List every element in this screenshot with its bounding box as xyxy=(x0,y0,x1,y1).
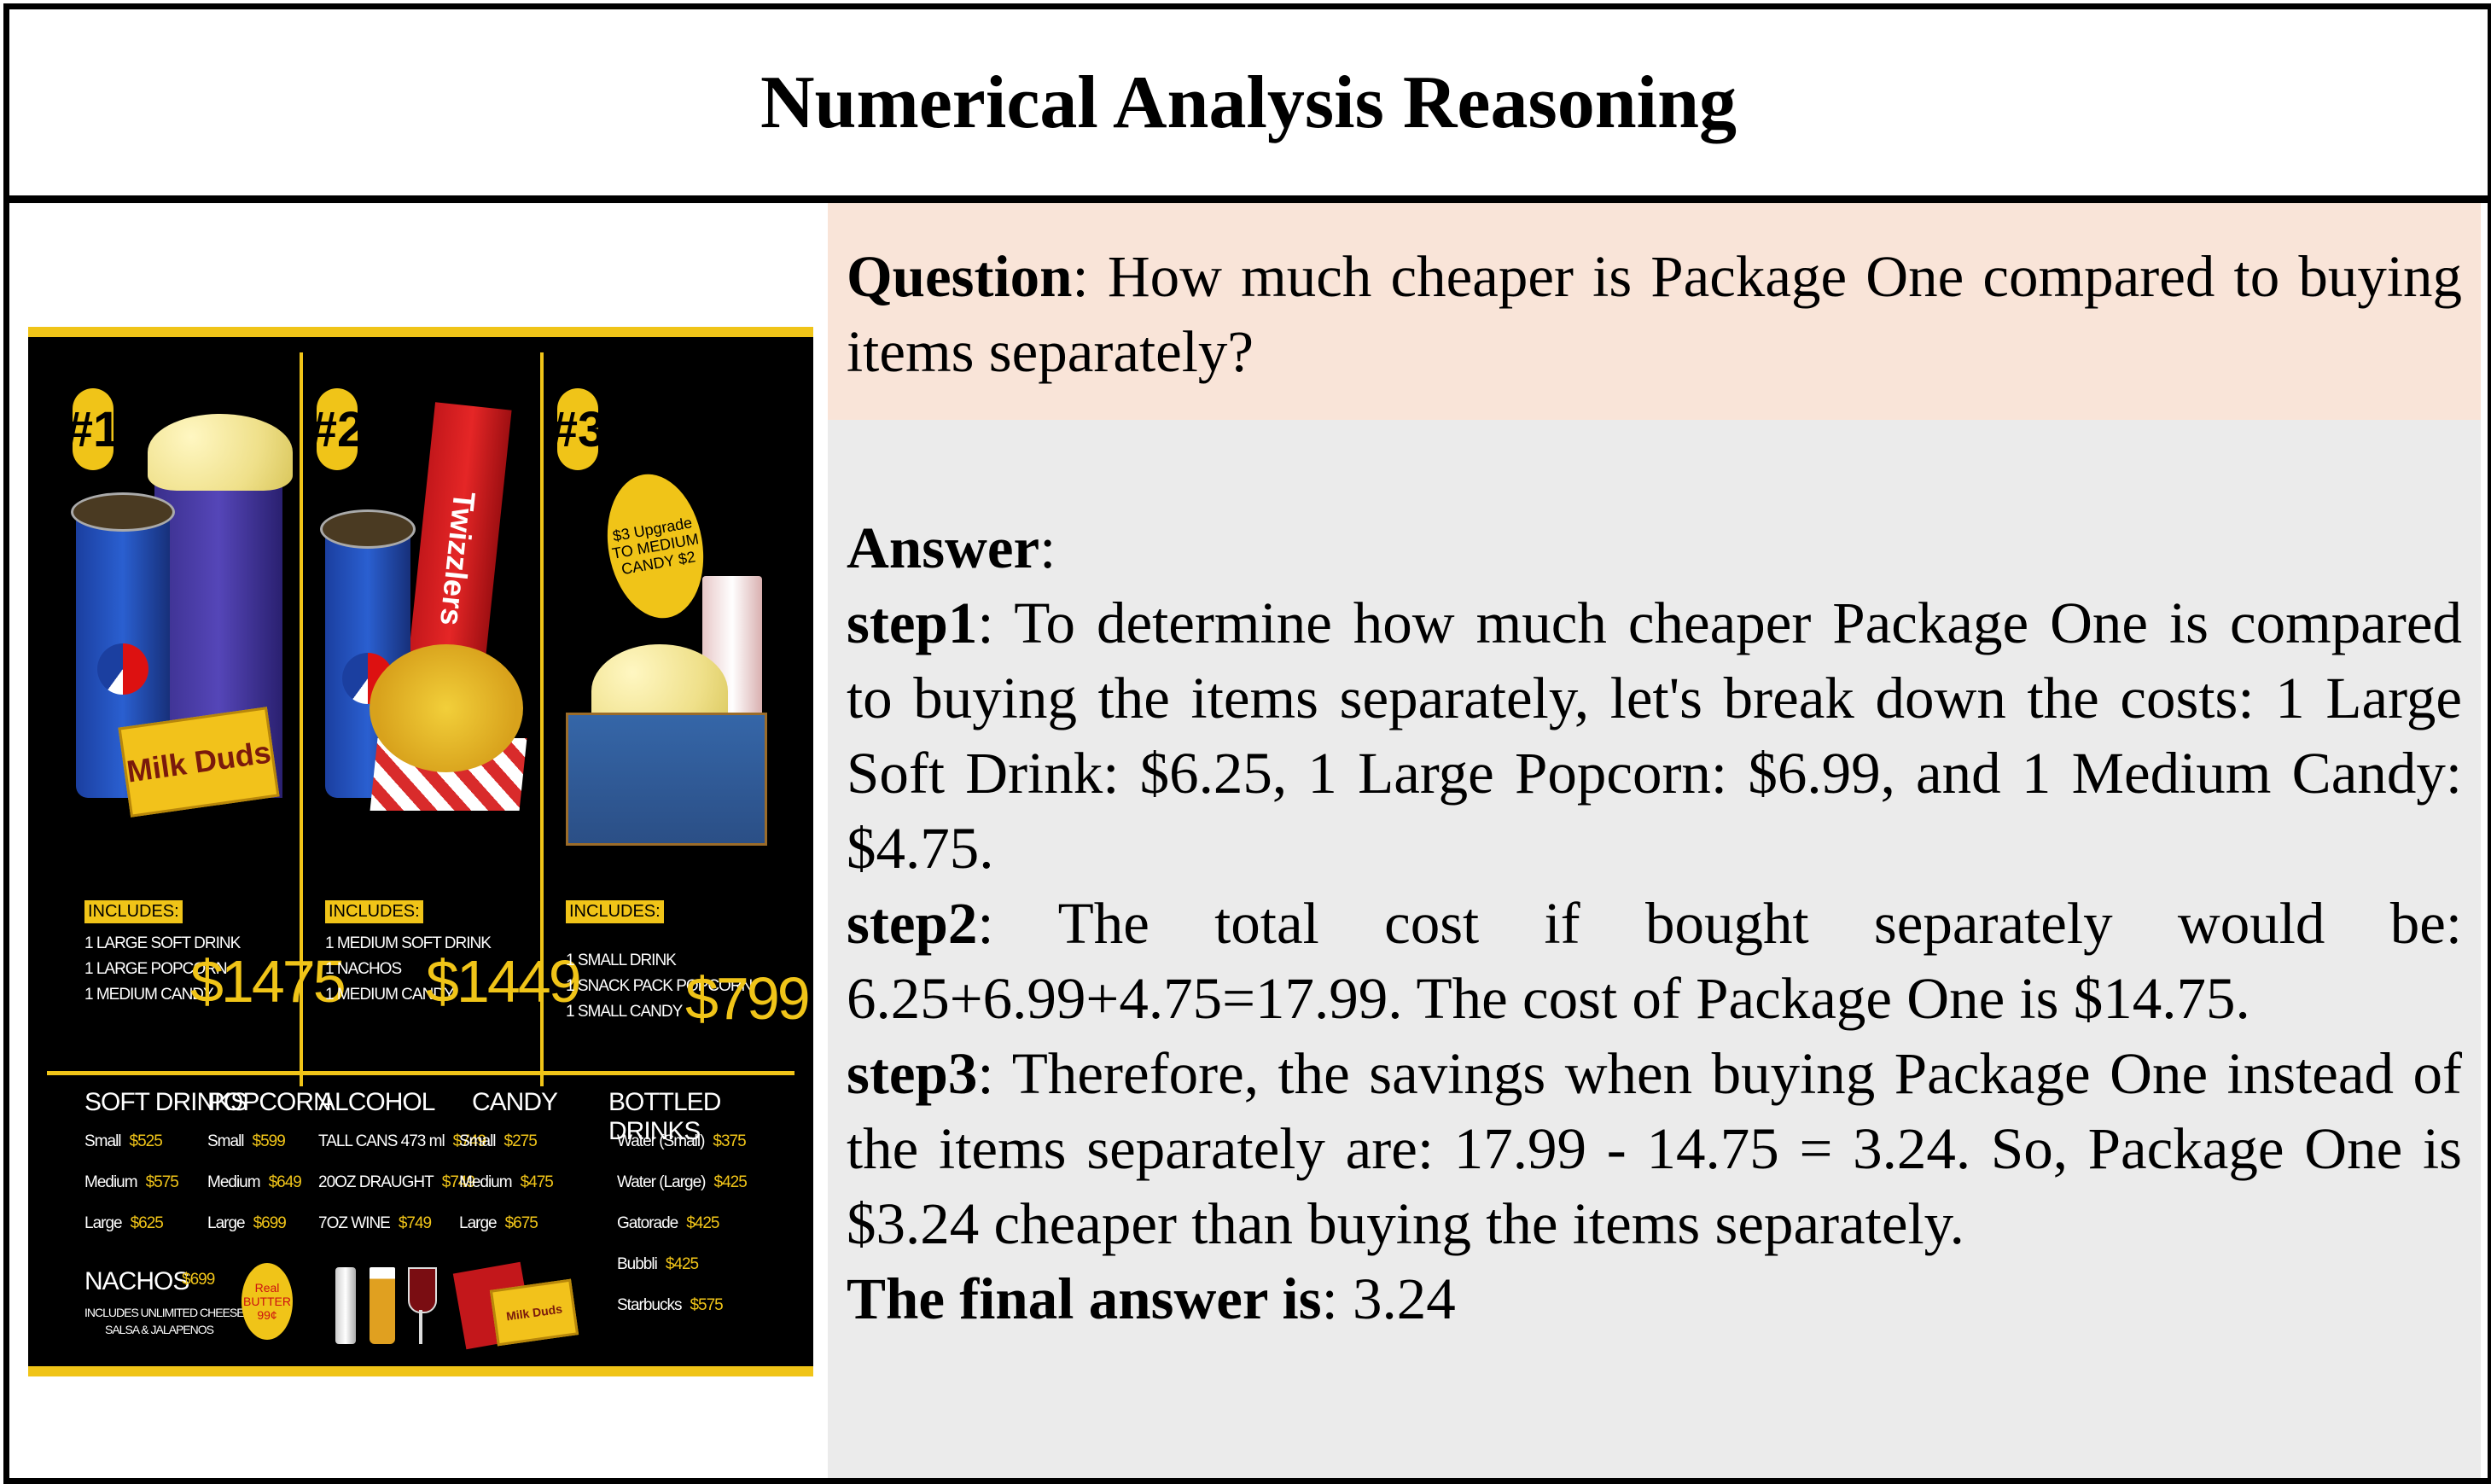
answer-step: step3: Therefore, the savings when buyin… xyxy=(847,1036,2462,1261)
step-label: step3 xyxy=(847,1041,978,1106)
step-label: step2 xyxy=(847,891,978,956)
package-2-item: 1 NACHOS xyxy=(325,960,402,978)
answer-box: Answer: step1: To determine how much che… xyxy=(828,420,2481,1478)
package-1-badge: #1 xyxy=(66,388,120,470)
final-answer-value: : 3.24 xyxy=(1321,1266,1456,1331)
answer-heading: Answer: xyxy=(847,515,1056,580)
menu-row: Large $675 xyxy=(459,1214,538,1232)
package-2-includes-label: INCLUDES: xyxy=(325,900,423,923)
package-1-price: $1475 xyxy=(190,948,346,1015)
menu-row: 20OZ DRAUGHT $749 xyxy=(318,1173,475,1191)
menu-row: Bubbli $425 xyxy=(617,1255,699,1273)
menu-row: Starbucks $575 xyxy=(617,1296,724,1314)
menu-divider xyxy=(47,1071,794,1075)
milk-duds-box-image: Milk Duds xyxy=(489,1278,579,1347)
question-body: : How much cheaper is Package One compar… xyxy=(847,244,2462,384)
nachos-note: INCLUDES UNLIMITED CHEESE, xyxy=(84,1306,247,1319)
answer-label: Answer xyxy=(847,515,1040,580)
menu-row: Medium $575 xyxy=(84,1173,179,1191)
step-text: : The total cost if bought separately wo… xyxy=(847,891,2462,1031)
package-3-item: 1 SMALL CANDY xyxy=(566,1003,683,1021)
popcorn-heading: POPCORN xyxy=(207,1088,332,1116)
candy-heading: CANDY xyxy=(472,1088,558,1116)
nachos-price: $699 xyxy=(182,1271,215,1289)
menu-row: Small $599 xyxy=(207,1132,286,1150)
menu-image: #1 Milk Duds INCLUDES: 1 LARGE SOFT DRIN… xyxy=(28,327,813,1376)
upgrade-badge: $3 Upgrade TO MEDIUM CANDY $2 xyxy=(597,466,714,626)
package-2-badge: #2 xyxy=(310,388,364,470)
package-2-price: $1449 xyxy=(426,948,582,1015)
nachos-image xyxy=(370,644,523,772)
question-box: Question: How much cheaper is Package On… xyxy=(828,203,2481,420)
snack-tray-image xyxy=(566,713,767,846)
final-answer: The final answer is: 3.24 xyxy=(847,1261,2462,1336)
menu-row: Large $625 xyxy=(84,1214,164,1232)
question-text: Question: How much cheaper is Package On… xyxy=(847,239,2462,389)
answer-step: step2: The total cost if bought separate… xyxy=(847,886,2462,1036)
popcorn-image xyxy=(148,414,293,491)
package-3-includes-label: INCLUDES: xyxy=(566,900,664,923)
menu-row: Medium $649 xyxy=(207,1173,302,1191)
figure-frame: Numerical Analysis Reasoning #1 Milk Dud… xyxy=(3,3,2491,1484)
title-bar: Numerical Analysis Reasoning xyxy=(9,9,2488,203)
beer-glass-image xyxy=(370,1267,395,1344)
menu-row: Large $699 xyxy=(207,1214,287,1232)
step-text: : To determine how much cheaper Package … xyxy=(847,591,2462,881)
menu-row: 7OZ WINE $749 xyxy=(318,1214,432,1232)
wine-glass-stem xyxy=(419,1310,422,1344)
menu-row: Medium $475 xyxy=(459,1173,554,1191)
menu-row: Small $275 xyxy=(459,1132,538,1150)
menu-row: Small $525 xyxy=(84,1132,163,1150)
package-1-includes-label: INCLUDES: xyxy=(84,900,183,923)
nachos-heading: NACHOS xyxy=(84,1267,189,1295)
menu-row: Gatorade $425 xyxy=(617,1214,720,1232)
real-butter-badge: Real BUTTER 99¢ xyxy=(242,1263,293,1340)
step-text: : Therefore, the savings when buying Pac… xyxy=(847,1041,2462,1256)
nachos-note: SALSA & JALAPENOS xyxy=(105,1323,214,1336)
figure-title: Numerical Analysis Reasoning xyxy=(760,61,1737,144)
final-answer-label: The final answer is xyxy=(847,1266,1322,1331)
question-label: Question xyxy=(847,244,1073,309)
menu-row: Water (Small) $375 xyxy=(617,1132,747,1150)
milk-duds-box-image: Milk Duds xyxy=(118,707,280,818)
wine-glass-image xyxy=(408,1267,437,1313)
package-3-price: $799 xyxy=(685,965,811,1032)
package-3-badge: #3 xyxy=(550,388,605,470)
step-label: step1 xyxy=(847,591,978,655)
alcohol-heading: ALCOHOL xyxy=(318,1088,435,1116)
beer-can-image xyxy=(335,1267,356,1344)
menu-row: Water (Large) $425 xyxy=(617,1173,748,1191)
answer-step: step1: To determine how much cheaper Pac… xyxy=(847,585,2462,886)
package-3-item: 1 SMALL DRINK xyxy=(566,952,677,969)
